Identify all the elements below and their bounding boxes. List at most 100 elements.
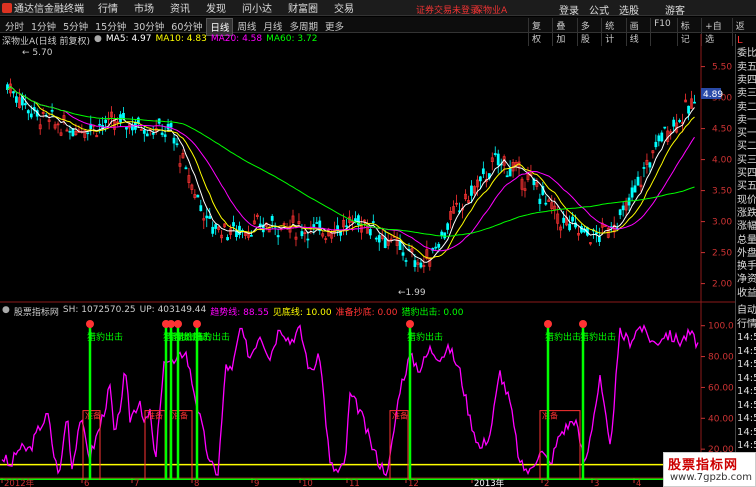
candle-body bbox=[145, 133, 149, 137]
quote-panel-item[interactable]: 买二 bbox=[737, 140, 756, 153]
quote-panel-item[interactable]: 卖五 bbox=[737, 61, 756, 74]
candle-body bbox=[199, 205, 203, 212]
signal-ball-icon bbox=[406, 320, 414, 328]
quote-panel-item[interactable]: 卖三 bbox=[737, 87, 756, 100]
candle-body bbox=[538, 198, 542, 205]
quote-panel-item[interactable]: 买三 bbox=[737, 154, 756, 167]
quote-panel-item[interactable]: 换手 bbox=[737, 260, 756, 273]
prep-bottom-label: 准备 bbox=[392, 410, 408, 420]
prep-bottom-marker bbox=[389, 410, 409, 480]
candle-body bbox=[226, 237, 229, 241]
candle-body bbox=[371, 221, 375, 223]
candle-body bbox=[401, 252, 405, 256]
candle-body bbox=[654, 141, 658, 148]
tick-time-item: 14:50 bbox=[737, 372, 756, 384]
signal-ball-icon bbox=[167, 320, 175, 328]
date-axis-label: 6 bbox=[84, 479, 89, 487]
quote-panel-item[interactable]: 卖一 bbox=[737, 114, 756, 127]
ma20-line bbox=[7, 86, 695, 252]
low-price-label: ←1.99 bbox=[398, 288, 426, 298]
price-axis-label: 3.50 bbox=[712, 187, 732, 197]
candle-body bbox=[315, 222, 319, 224]
price-axis-label: 2.00 bbox=[712, 280, 732, 290]
candle-body bbox=[413, 260, 417, 267]
candle-body bbox=[374, 237, 378, 240]
candle-body bbox=[214, 224, 218, 229]
tick-time-item: 14:50 bbox=[737, 332, 756, 343]
candle-body bbox=[208, 216, 212, 219]
date-axis-label: 2012年 bbox=[4, 478, 35, 487]
signal-ball-icon bbox=[579, 320, 587, 328]
tick-time-item: 14:50 bbox=[737, 345, 756, 357]
date-axis-label: 2 bbox=[544, 479, 549, 487]
quote-panel-item[interactable]: L bbox=[737, 34, 756, 47]
candle-body bbox=[660, 132, 664, 142]
date-axis-label: 10 bbox=[302, 479, 313, 487]
quote-panel-item[interactable]: 买五 bbox=[737, 180, 756, 193]
quote-panel-item[interactable]: 外盘 bbox=[737, 247, 756, 260]
candle-body bbox=[163, 134, 167, 137]
chart-canvas: 准备 准备 准备 准备 准备猎豹出击 猎豹出击猎豹出击猎豹出击猎豹出击 猎豹出击 猎豹出击猎豹… bbox=[0, 34, 735, 487]
candle-body bbox=[172, 137, 176, 144]
candle-body bbox=[12, 91, 15, 94]
quote-panel-item[interactable]: 委比 bbox=[737, 47, 756, 60]
candle-body bbox=[672, 119, 676, 127]
prep-bottom-marker bbox=[539, 410, 581, 480]
quote-panel-item[interactable]: 收益 bbox=[737, 287, 756, 300]
candle-body bbox=[678, 119, 682, 123]
candle-body bbox=[98, 123, 102, 126]
tick-time-item: 14:50 bbox=[737, 440, 756, 451]
quote-panel: L 委比 卖五 卖四 卖三 卖二 卖一 买一 买二 买三 买四 买五 现价 涨跌 涨幅 总量 外盘 换手 净资 收益自… bbox=[735, 34, 756, 487]
candle-body bbox=[300, 231, 304, 237]
candle-body bbox=[687, 105, 690, 114]
quote-panel-item[interactable]: 现价 bbox=[737, 194, 756, 207]
current-price-label: 4.89 bbox=[703, 90, 723, 100]
candle-body bbox=[594, 232, 598, 235]
candle-body bbox=[270, 215, 274, 221]
candle-body bbox=[493, 153, 497, 155]
quote-panel-item[interactable]: 卖四 bbox=[737, 74, 756, 87]
candle-body bbox=[345, 225, 348, 228]
price-axis-label: 4.50 bbox=[712, 125, 732, 135]
tick-time-item: 行情 bbox=[737, 318, 756, 330]
quote-panel-item[interactable]: 卖二 bbox=[737, 101, 756, 114]
candle-body bbox=[211, 226, 215, 234]
candle-body bbox=[50, 110, 54, 112]
candle-body bbox=[160, 132, 164, 135]
candle-body bbox=[663, 126, 667, 129]
tick-time-item: 14:50 bbox=[737, 359, 756, 370]
quote-panel-item[interactable]: 涨跌 bbox=[737, 207, 756, 220]
candle-body bbox=[68, 130, 72, 133]
candle-body bbox=[142, 129, 146, 134]
candle-body bbox=[481, 168, 485, 175]
candle-body bbox=[633, 185, 637, 193]
candle-body bbox=[446, 223, 450, 230]
tick-time-item: 14:50 bbox=[737, 426, 756, 438]
sub-axis-label: 40.00 bbox=[708, 414, 734, 424]
quote-panel-item[interactable]: 总量 bbox=[737, 234, 756, 247]
candle-body bbox=[232, 222, 235, 227]
quote-panel-item[interactable]: 买四 bbox=[737, 167, 756, 180]
candle-body bbox=[621, 205, 625, 211]
candle-body bbox=[151, 132, 155, 135]
indicator-series: 准备 准备 准备 准备 准备猎豹出击 猎豹出击猎豹出击猎豹出击猎豹出击 猎豹出击 猎豹出击猎豹… bbox=[0, 320, 700, 480]
candle-body bbox=[544, 202, 548, 205]
candle-body bbox=[648, 162, 652, 168]
quote-panel-item[interactable]: 买一 bbox=[737, 127, 756, 140]
date-axis-label: 2013年 bbox=[474, 478, 505, 487]
candle-body bbox=[443, 232, 447, 239]
prep-bottom-marker bbox=[144, 410, 166, 480]
signal-ball-icon bbox=[174, 320, 182, 328]
candlestick-series bbox=[6, 78, 696, 274]
quote-panel-item[interactable]: 净资 bbox=[737, 273, 756, 286]
sub-axis-label: 80.00 bbox=[708, 353, 734, 363]
quote-panel-item[interactable]: 涨幅 bbox=[737, 220, 756, 233]
candle-body bbox=[505, 175, 509, 178]
candle-body bbox=[434, 246, 438, 249]
candle-body bbox=[383, 237, 387, 249]
candle-body bbox=[618, 209, 622, 216]
candle-body bbox=[104, 119, 108, 123]
candle-body bbox=[470, 185, 473, 196]
price-axis-label: 3.00 bbox=[712, 218, 732, 228]
candle-body bbox=[657, 135, 661, 142]
